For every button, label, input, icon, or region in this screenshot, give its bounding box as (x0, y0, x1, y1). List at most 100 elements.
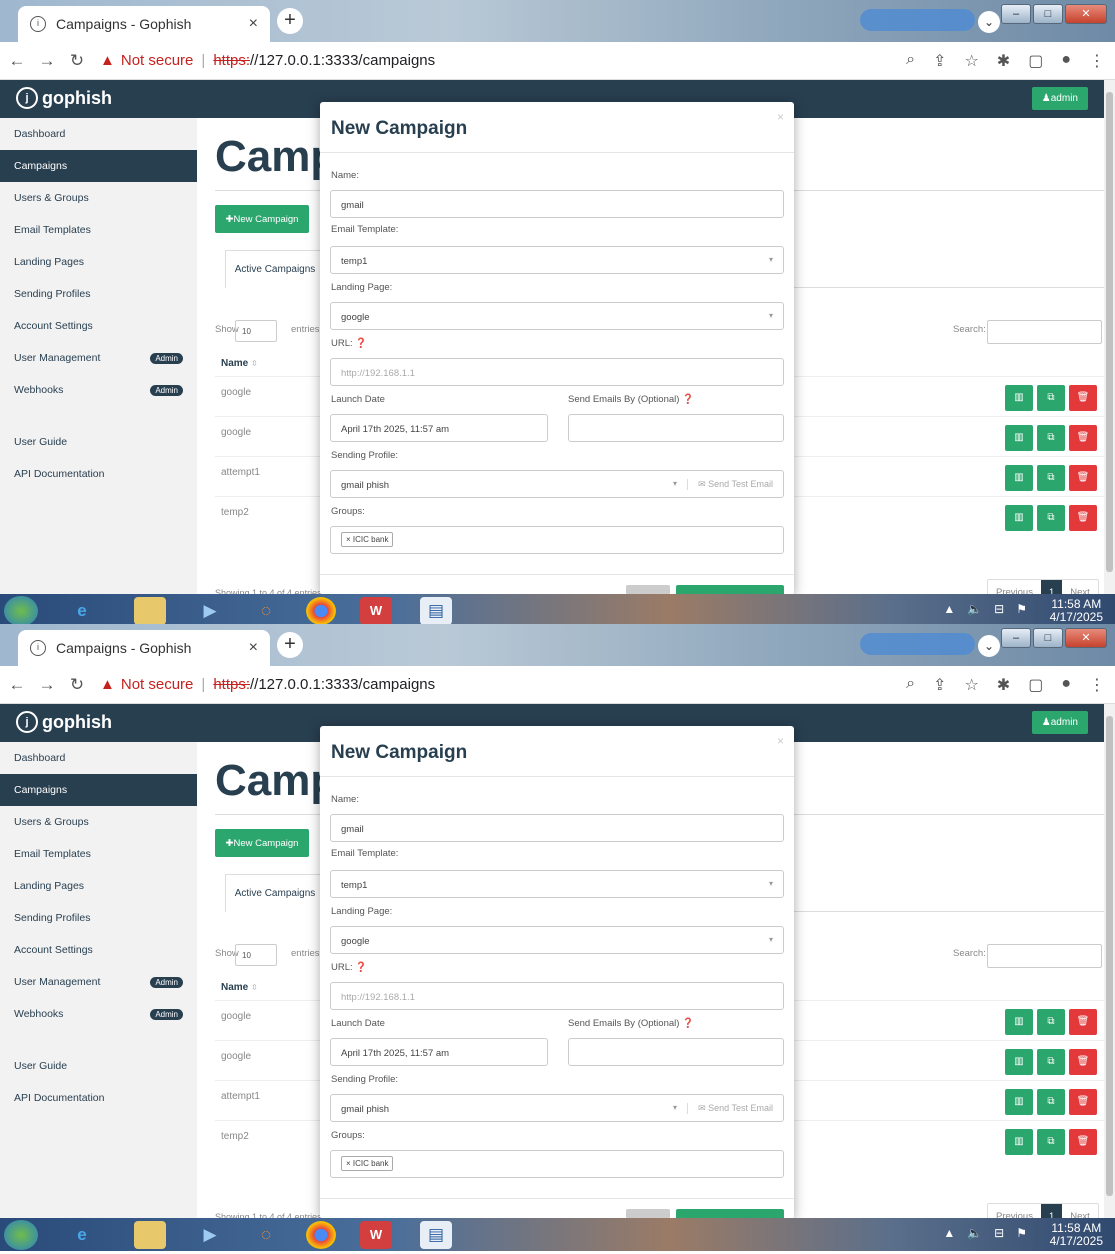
sidebar-item-users-groups[interactable]: Users & Groups (0, 182, 197, 214)
start-orb-icon[interactable] (4, 596, 38, 626)
file-explorer-icon[interactable] (134, 597, 166, 625)
help-question-icon[interactable]: ❓ (355, 338, 367, 349)
chevron-down-icon[interactable]: ⌄ (978, 635, 1000, 657)
scrollbar-thumb[interactable] (1106, 716, 1113, 1196)
extensions-puzzle-icon[interactable]: ✱ (997, 51, 1010, 71)
forward-arrow-icon[interactable]: → (34, 675, 60, 695)
entries-per-page-select[interactable]: 10 (235, 320, 277, 342)
results-chart-icon[interactable]: ▥ (1005, 505, 1033, 531)
page-scrollbar[interactable] (1104, 80, 1115, 594)
results-chart-icon[interactable]: ▥ (1005, 1129, 1033, 1155)
campaign-name-input[interactable]: gmail (330, 814, 784, 842)
copy-icon[interactable]: ⧉ (1037, 465, 1065, 491)
browser-tab[interactable]: i Campaigns - Gophish × (18, 6, 270, 42)
email-template-select[interactable]: temp1 ▾ (330, 870, 784, 898)
new-campaign-button[interactable]: ✚ New Campaign (215, 205, 309, 233)
chevron-down-icon[interactable]: ⌄ (978, 11, 1000, 33)
launch-date-input[interactable]: April 17th 2025, 11:57 am (330, 1038, 548, 1066)
delete-trash-icon[interactable]: 🗑 (1069, 425, 1097, 451)
sidebar-item-email-templates[interactable]: Email Templates (0, 214, 197, 246)
entries-per-page-select[interactable]: 10 (235, 944, 277, 966)
app-swirl-icon[interactable]: ◌ (250, 597, 282, 625)
url-input[interactable]: http://192.168.1.1 (330, 358, 784, 386)
delete-trash-icon[interactable]: 🗑 (1069, 1089, 1097, 1115)
profile-avatar-icon[interactable]: ● (1061, 51, 1071, 71)
profile-avatar-icon[interactable]: ● (1061, 675, 1071, 695)
campaign-name-cell[interactable]: temp2 (221, 1131, 249, 1142)
delete-trash-icon[interactable]: 🗑 (1069, 1049, 1097, 1075)
volume-icon[interactable]: 🔈 (967, 1226, 982, 1240)
sidebar-item-landing-pages[interactable]: Landing Pages (0, 870, 197, 902)
results-chart-icon[interactable]: ▥ (1005, 1089, 1033, 1115)
campaign-name-cell[interactable]: attempt1 (221, 1091, 260, 1102)
name-column-header[interactable]: Name ⇳ (221, 358, 258, 369)
groups-multiselect[interactable]: × ICIC bank (330, 526, 784, 554)
send-test-email-button[interactable]: ✉ Send Test Email (687, 1103, 773, 1114)
window-close-icon[interactable]: ✕ (1065, 4, 1107, 24)
sidebar-item-dashboard[interactable]: Dashboard (0, 118, 197, 150)
email-template-select[interactable]: temp1 ▾ (330, 246, 784, 274)
tab-close-icon[interactable]: × (249, 15, 258, 33)
help-question-icon[interactable]: ❓ (355, 962, 367, 973)
results-chart-icon[interactable]: ▥ (1005, 1049, 1033, 1075)
sidebar-link-user-guide[interactable]: User Guide (0, 1050, 197, 1082)
tray-expand-icon[interactable]: ▲ (943, 1226, 955, 1240)
help-question-icon[interactable]: ❓ (682, 1018, 694, 1029)
back-arrow-icon[interactable]: ← (4, 675, 30, 695)
sidebar-item-user-management[interactable]: User Management Admin (0, 342, 197, 374)
group-chip[interactable]: × ICIC bank (341, 532, 394, 547)
maximize-icon[interactable]: □ (1033, 4, 1063, 24)
copy-icon[interactable]: ⧉ (1037, 1009, 1065, 1035)
help-question-icon[interactable]: ❓ (682, 394, 694, 405)
media-player-icon[interactable]: ▶ (194, 1221, 226, 1249)
name-column-header[interactable]: Name ⇳ (221, 982, 258, 993)
tab-active-campaigns[interactable]: Active Campaigns (225, 250, 325, 288)
modal-close-icon[interactable]: × (777, 734, 784, 748)
network-icon[interactable]: ⊟ (994, 1226, 1004, 1240)
send-by-date-input[interactable] (568, 1038, 784, 1066)
sidebar-item-webhooks[interactable]: Webhooks Admin (0, 998, 197, 1030)
admin-user-button[interactable]: ♟admin (1031, 87, 1088, 110)
delete-trash-icon[interactable]: 🗑 (1069, 465, 1097, 491)
sidebar-item-sending-profiles[interactable]: Sending Profiles (0, 902, 197, 934)
minimize-icon[interactable]: – (1001, 628, 1031, 648)
group-chip[interactable]: × ICIC bank (341, 1156, 394, 1171)
sidebar-item-email-templates[interactable]: Email Templates (0, 838, 197, 870)
copy-icon[interactable]: ⧉ (1037, 1129, 1065, 1155)
campaign-name-cell[interactable]: google (221, 1051, 251, 1062)
reload-icon[interactable]: ↻ (64, 51, 90, 71)
url-input[interactable]: http://192.168.1.1 (330, 982, 784, 1010)
taskbar-clock[interactable]: 11:58 AM 4/17/2025 (1050, 1222, 1103, 1248)
campaign-name-cell[interactable]: attempt1 (221, 467, 260, 478)
wps-office-icon[interactable]: W (360, 1221, 392, 1249)
send-by-date-input[interactable] (568, 414, 784, 442)
search-input[interactable] (987, 944, 1102, 968)
campaign-name-cell[interactable]: temp2 (221, 507, 249, 518)
results-chart-icon[interactable]: ▥ (1005, 465, 1033, 491)
landing-page-select[interactable]: google ▾ (330, 926, 784, 954)
launch-date-input[interactable]: April 17th 2025, 11:57 am (330, 414, 548, 442)
bookmark-star-icon[interactable]: ☆ (964, 675, 978, 695)
sidebar-item-users-groups[interactable]: Users & Groups (0, 806, 197, 838)
volume-icon[interactable]: 🔈 (967, 602, 982, 616)
results-chart-icon[interactable]: ▥ (1005, 425, 1033, 451)
sidebar-item-campaigns[interactable]: Campaigns (0, 150, 197, 182)
app-swirl-icon[interactable]: ◌ (250, 1221, 282, 1249)
tray-expand-icon[interactable]: ▲ (943, 602, 955, 616)
forward-arrow-icon[interactable]: → (34, 51, 60, 71)
sidebar-link-api-documentation[interactable]: API Documentation (0, 1082, 197, 1114)
kebab-menu-icon[interactable]: ⋮ (1089, 51, 1105, 71)
reload-icon[interactable]: ↻ (64, 675, 90, 695)
tab-active-campaigns[interactable]: Active Campaigns (225, 874, 325, 912)
sending-profile-select[interactable]: gmail phish ▾ ✉ Send Test Email (330, 1094, 784, 1122)
new-tab-button[interactable]: + (277, 8, 303, 34)
copy-icon[interactable]: ⧉ (1037, 1049, 1065, 1075)
kebab-menu-icon[interactable]: ⋮ (1089, 675, 1105, 695)
sidebar-link-api-documentation[interactable]: API Documentation (0, 458, 197, 490)
sidebar-item-webhooks[interactable]: Webhooks Admin (0, 374, 197, 406)
sidebar-item-dashboard[interactable]: Dashboard (0, 742, 197, 774)
scrollbar-thumb[interactable] (1106, 92, 1113, 572)
delete-trash-icon[interactable]: 🗑 (1069, 505, 1097, 531)
side-panel-icon[interactable]: ▢ (1028, 51, 1043, 71)
delete-trash-icon[interactable]: 🗑 (1069, 1009, 1097, 1035)
